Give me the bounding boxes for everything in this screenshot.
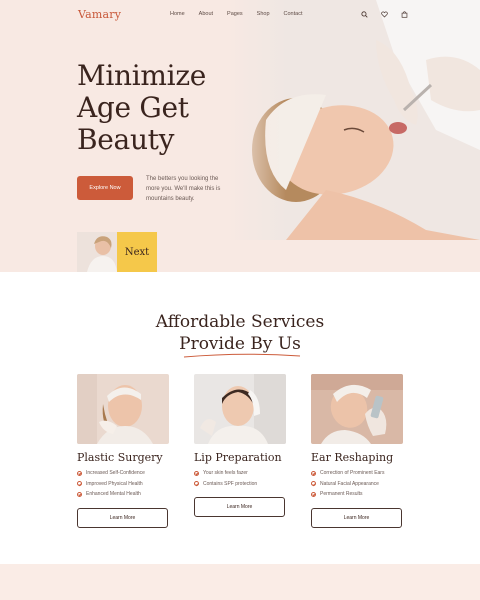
learn-more-button[interactable]: Learn More: [194, 497, 285, 517]
benefit-text: Increased Self-Confidence: [86, 470, 145, 477]
list-item: Enhanced Mental Health: [77, 489, 169, 500]
thumbnail-illustration: [77, 232, 117, 272]
list-item: Permanent Results: [311, 489, 403, 500]
nav-item-pages[interactable]: Pages: [227, 11, 243, 17]
check-circle-icon: [194, 481, 199, 487]
service-card-ear-reshaping: Ear Reshaping Correction of Prominent Ea…: [311, 374, 403, 500]
list-item: Natural Facial Appearance: [311, 479, 403, 490]
list-item: Correction of Prominent Ears: [311, 468, 403, 479]
service-benefits: Increased Self-Confidence Improved Physi…: [77, 468, 169, 500]
slide-thumbnail[interactable]: [77, 232, 117, 272]
top-navigation: Vamary Home About Pages Shop Contact: [0, 0, 480, 30]
bag-icon[interactable]: [400, 10, 408, 18]
list-item: Improved Physical Health: [77, 479, 169, 490]
service-image: [77, 374, 169, 444]
next-slide-button[interactable]: Next: [117, 232, 157, 272]
benefit-text: Your skin feels fazer: [203, 470, 248, 477]
service-title: Ear Reshaping: [311, 451, 394, 464]
lip-preparation-illustration: [194, 374, 286, 444]
header-actions: [360, 10, 408, 18]
brand-logo[interactable]: Vamary: [78, 8, 121, 21]
main-nav: Home About Pages Shop Contact: [170, 11, 302, 17]
service-card-lip-preparation: Lip Preparation Your skin feels fazer Co…: [194, 374, 286, 489]
ear-reshaping-illustration: [311, 374, 403, 444]
service-image: [311, 374, 403, 444]
plastic-surgery-illustration: [77, 374, 169, 444]
learn-more-button[interactable]: Learn More: [311, 508, 402, 528]
check-circle-icon: [311, 481, 316, 487]
check-circle-icon: [194, 470, 199, 476]
hero-title: Minimize Age Get Beauty: [77, 60, 237, 156]
benefit-text: Improved Physical Health: [86, 480, 143, 487]
hero-title-line-3: Beauty: [77, 123, 175, 156]
list-item: Your skin feels fazer: [194, 468, 286, 479]
hero-section: Vamary Home About Pages Shop Contact Min…: [0, 0, 480, 272]
nav-item-contact[interactable]: Contact: [284, 11, 303, 17]
check-circle-icon: [77, 481, 82, 487]
list-item: Increased Self-Confidence: [77, 468, 169, 479]
learn-more-button[interactable]: Learn More: [77, 508, 168, 528]
benefit-text: Permanent Results: [320, 491, 363, 498]
check-circle-icon: [311, 470, 316, 476]
service-title: Lip Preparation: [194, 451, 282, 464]
hero-description: The betters you looking the more you. We…: [146, 176, 221, 202]
nav-item-home[interactable]: Home: [170, 11, 185, 17]
search-icon[interactable]: [360, 10, 368, 18]
benefit-text: Enhanced Mental Health: [86, 491, 141, 498]
service-image: [194, 374, 286, 444]
nav-item-about[interactable]: About: [199, 11, 213, 17]
hero-title-line-1: Minimize: [77, 59, 207, 92]
list-item: Contains SPF protection: [194, 479, 286, 490]
service-card-plastic-surgery: Plastic Surgery Increased Self-Confidenc…: [77, 374, 169, 500]
explore-now-button[interactable]: Explore Now: [77, 176, 133, 200]
title-underline-decoration: [183, 353, 301, 358]
hero-title-line-2: Age Get: [77, 91, 189, 124]
heart-icon[interactable]: [380, 10, 388, 18]
service-benefits: Your skin feels fazer Contains SPF prote…: [194, 468, 286, 489]
benefit-text: Natural Facial Appearance: [320, 480, 379, 487]
nav-item-shop[interactable]: Shop: [257, 11, 270, 17]
check-circle-icon: [311, 491, 316, 497]
service-benefits: Correction of Prominent Ears Natural Fac…: [311, 468, 403, 500]
check-circle-icon: [77, 491, 82, 497]
footer-band: [0, 564, 480, 600]
service-title: Plastic Surgery: [77, 451, 163, 464]
check-circle-icon: [77, 470, 82, 476]
benefit-text: Contains SPF protection: [203, 480, 258, 487]
benefit-text: Correction of Prominent Ears: [320, 470, 385, 477]
services-title-line-1: Affordable Services: [155, 312, 325, 332]
hero-image: [226, 0, 480, 240]
